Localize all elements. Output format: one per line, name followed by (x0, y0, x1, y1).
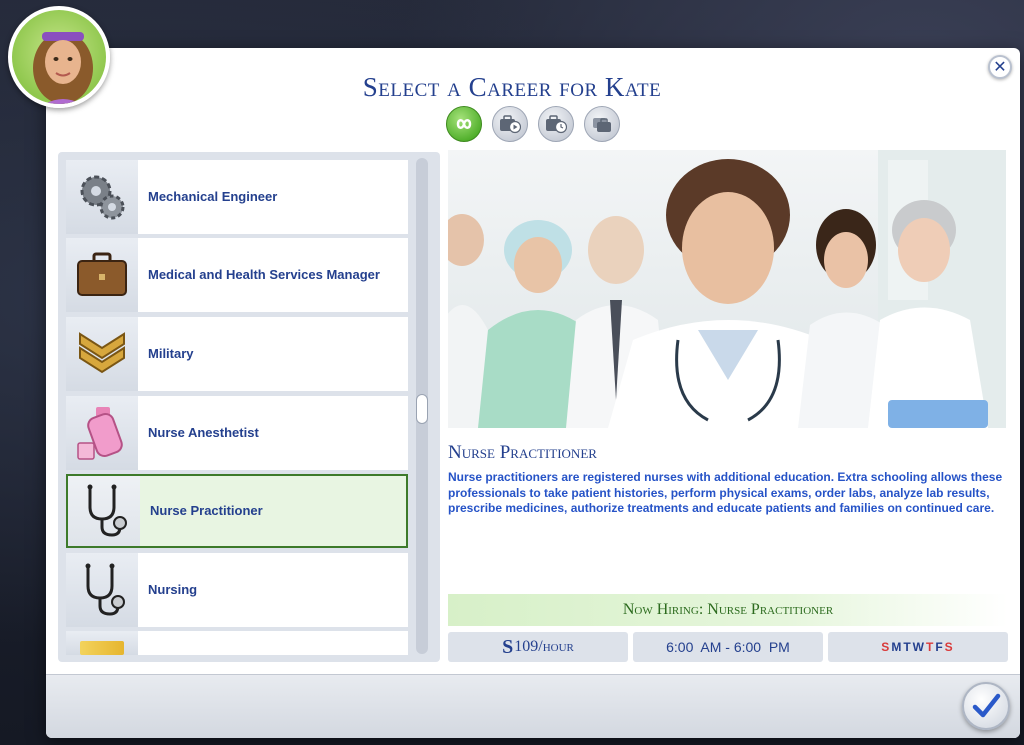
sim-avatar[interactable] (8, 6, 110, 108)
simoleon-currency-icon: S (502, 635, 514, 658)
career-filter-bar (446, 106, 620, 142)
career-label: Military (148, 346, 194, 361)
pay-rate: S 109/hour (448, 632, 628, 662)
pay-amount: 109/hour (514, 638, 574, 655)
day-thursday: T (925, 640, 936, 654)
day-wednesday: W (912, 640, 926, 654)
career-label: Nursing (148, 582, 198, 597)
medicine-bottle-icon (77, 407, 123, 460)
part-time-filter[interactable] (538, 106, 574, 142)
day-saturday: S (944, 640, 955, 654)
confirm-button[interactable] (962, 682, 1010, 730)
close-icon: ✕ (993, 57, 1007, 76)
gears-icon (80, 175, 125, 220)
chevron-rank-icon (79, 332, 125, 374)
gold-icon (80, 641, 124, 655)
career-item-mechanical-engineer[interactable]: Mechanical Engineer (66, 160, 408, 234)
briefcase-stack-icon (593, 118, 611, 132)
career-detail-title: Nurse Practitioner (448, 442, 597, 463)
now-hiring-banner: Now Hiring: Nurse Practitioner (448, 594, 1008, 626)
work-days: S M T W T F S (828, 632, 1008, 662)
career-list-scrollbar[interactable] (416, 158, 428, 654)
dialog-footer (46, 674, 1020, 738)
close-button[interactable]: ✕ (988, 55, 1012, 79)
briefcase-clock-icon (546, 115, 567, 134)
freelance-filter[interactable] (584, 106, 620, 142)
career-label: Medical and Health Services Manager (148, 267, 380, 282)
career-item-partial[interactable] (66, 631, 408, 655)
career-item-nurse-practitioner[interactable]: Nurse Practitioner (66, 474, 408, 548)
career-item-nursing[interactable]: Nursing (66, 553, 408, 627)
career-label: Mechanical Engineer (148, 189, 278, 204)
career-item-medical-health-services-manager[interactable]: Medical and Health Services Manager (66, 238, 408, 312)
checkmark-icon (972, 693, 1001, 718)
stethoscope-icon (87, 484, 127, 537)
career-label: Nurse Practitioner (150, 503, 263, 518)
work-hours-text: 6:00 AM - 6:00 PM (666, 639, 790, 655)
career-item-nurse-anesthetist[interactable]: Nurse Anesthetist (66, 396, 408, 470)
work-hours: 6:00 AM - 6:00 PM (633, 632, 823, 662)
stethoscope-icon (85, 563, 125, 616)
day-friday: F (935, 640, 945, 654)
day-sunday: S (881, 640, 892, 654)
career-item-military[interactable]: Military (66, 317, 408, 391)
career-photo (448, 150, 1006, 428)
full-time-filter[interactable] (492, 106, 528, 142)
briefcase-icon (77, 252, 127, 296)
career-description: Nurse practitioners are registered nurse… (448, 470, 1003, 515)
scrollbar-thumb[interactable] (416, 394, 428, 424)
infinity-icon (456, 119, 472, 129)
dialog-title: Select a Career for Kate (362, 72, 662, 102)
briefcase-play-icon (500, 115, 521, 134)
day-tuesday: T (903, 640, 913, 654)
day-monday: M (891, 640, 904, 654)
now-hiring-text: Now Hiring: Nurse Practitioner (622, 601, 834, 618)
career-label: Nurse Anesthetist (148, 425, 259, 440)
all-careers-filter[interactable] (446, 106, 482, 142)
